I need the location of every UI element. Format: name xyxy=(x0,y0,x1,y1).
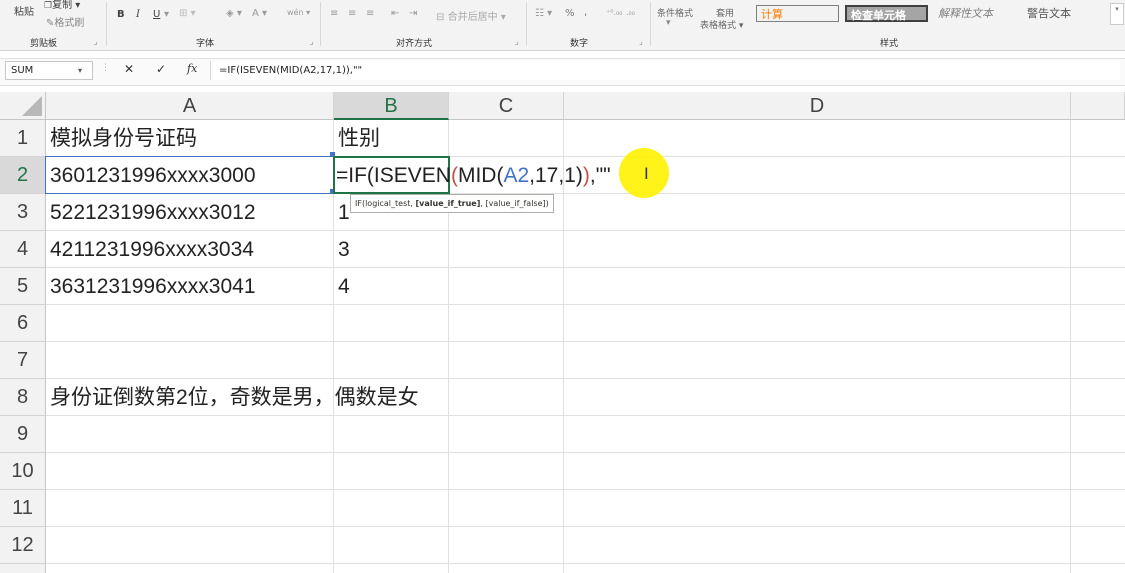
column-header-a[interactable]: A xyxy=(46,92,334,120)
font-launcher-icon[interactable]: ⌟ xyxy=(310,37,314,46)
format-as-table-label: 表格格式 ▾ xyxy=(700,21,744,31)
clipboard-group-label: 剪贴板 xyxy=(30,39,58,49)
enter-icon[interactable]: ✓ xyxy=(156,62,166,76)
ribbon-separator xyxy=(526,2,527,46)
style-warning-text[interactable]: 警告文本 xyxy=(1023,5,1106,22)
style-check-cell[interactable]: 检查单元格 xyxy=(845,5,928,22)
row-header-2[interactable]: 2 xyxy=(0,157,46,194)
alignment-group-label: 对齐方式 xyxy=(396,39,433,49)
align-center-icon[interactable]: ≡ xyxy=(348,8,356,19)
row-header-7[interactable]: 7 xyxy=(0,342,46,379)
text-cursor-icon: I xyxy=(644,164,649,183)
column-header-b[interactable]: B xyxy=(334,92,449,120)
cancel-icon[interactable]: ✕ xyxy=(124,62,134,76)
accounting-format-icon[interactable]: ☷ ▾ xyxy=(535,8,552,19)
row-header-12[interactable]: 12 xyxy=(0,527,46,564)
comma-style-button[interactable]: , xyxy=(584,7,587,18)
name-box-dropdown-icon[interactable]: ▾ xyxy=(78,62,82,79)
bold-button[interactable]: B xyxy=(117,9,125,20)
percent-button[interactable]: % xyxy=(565,8,575,19)
name-box[interactable]: SUM ▾ xyxy=(5,61,93,80)
font-color-button[interactable]: A ▾ xyxy=(252,8,267,19)
clipboard-launcher-icon[interactable]: ⌟ xyxy=(94,37,98,46)
row-header-3[interactable]: 3 xyxy=(0,194,46,231)
ribbon: 粘贴 ❐复制 ▾ ✎格式刷 剪贴板 ⌟ B I U ▾ ⊞ ▾ ◈ ▾ A ▾ … xyxy=(0,0,1125,51)
gridline xyxy=(46,489,1125,490)
align-left-icon[interactable]: ≡ xyxy=(330,8,338,19)
fill-color-icon[interactable]: ◈ ▾ xyxy=(226,8,242,19)
decrease-decimal-icon[interactable]: .₀₀ xyxy=(626,8,635,17)
border-icon[interactable]: ⊞ ▾ xyxy=(179,8,196,19)
row-header-8[interactable]: 8 xyxy=(0,379,46,416)
cell-a5[interactable]: 3631231996xxxx3041 xyxy=(46,268,256,305)
row-header-9[interactable]: 9 xyxy=(0,416,46,453)
row-header-13[interactable] xyxy=(0,564,46,573)
gridline xyxy=(46,526,1125,527)
decrease-indent-icon[interactable]: ⇤ xyxy=(391,8,399,19)
row-header-4[interactable]: 4 xyxy=(0,231,46,268)
increase-decimal-icon[interactable]: ⁺⁰.₀₀ xyxy=(606,8,622,17)
reference-highlight-a2 xyxy=(45,156,334,194)
select-all-triangle-icon xyxy=(22,96,42,116)
paste-button[interactable]: 粘贴 xyxy=(14,3,34,18)
function-tooltip: IF(logical_test, [value_if_true], [value… xyxy=(350,194,554,213)
style-calc[interactable]: 计算 xyxy=(756,5,839,22)
cell-a4[interactable]: 4211231996xxxx3034 xyxy=(46,231,254,268)
format-painter-button[interactable]: ✎格式刷 xyxy=(46,14,84,29)
underline-button[interactable]: U xyxy=(153,9,160,20)
conditional-format-button[interactable]: 条件格式 xyxy=(657,6,693,19)
formula-input[interactable]: =IF(ISEVEN(MID(A2,17,1)),"" xyxy=(210,61,1120,80)
cell-a1[interactable]: 模拟身份号证码 xyxy=(46,120,197,157)
conditional-format-dropdown-icon[interactable]: ▾ xyxy=(666,18,671,28)
alignment-launcher-icon[interactable]: ⌟ xyxy=(515,37,519,46)
gridline xyxy=(46,341,1125,342)
row-header-1[interactable]: 1 xyxy=(0,120,46,157)
gridline xyxy=(46,563,1125,564)
merge-center-button[interactable]: ⊟ 合并后居中 ▾ xyxy=(436,8,506,23)
styles-group-label: 样式 xyxy=(880,39,899,49)
row-header-11[interactable]: 11 xyxy=(0,490,46,527)
column-header-d[interactable]: D xyxy=(564,92,1071,120)
insert-function-icon[interactable]: fx xyxy=(187,62,197,75)
cell-b2-editor[interactable]: =IF(ISEVEN(MID(A2,17,1)),"" xyxy=(333,157,611,194)
copy-icon: ❐ xyxy=(44,1,53,11)
number-group-label: 数字 xyxy=(570,39,589,49)
merge-icon: ⊟ xyxy=(436,12,445,23)
row-header-5[interactable]: 5 xyxy=(0,268,46,305)
ribbon-separator xyxy=(106,2,107,46)
cell-b3[interactable]: 1 xyxy=(334,194,350,231)
row-header-10[interactable]: 10 xyxy=(0,453,46,490)
cell-b5[interactable]: 4 xyxy=(334,268,350,305)
cell-b1[interactable]: 性别 xyxy=(334,120,380,157)
cell-a3[interactable]: 5221231996xxxx3012 xyxy=(46,194,256,231)
ribbon-separator xyxy=(650,2,651,46)
formula-bar-grip-icon[interactable]: ⋮ xyxy=(101,63,110,73)
row-header-6[interactable]: 6 xyxy=(0,305,46,342)
column-header-c[interactable]: C xyxy=(449,92,564,120)
copy-button[interactable]: ❐复制 ▾ xyxy=(44,0,80,11)
style-explanatory-text[interactable]: 解释性文本 xyxy=(934,5,1017,22)
increase-indent-icon[interactable]: ⇥ xyxy=(409,8,417,19)
select-all-button[interactable] xyxy=(0,92,46,120)
italic-button[interactable]: I xyxy=(136,9,140,20)
font-group-label: 字体 xyxy=(196,39,215,49)
ribbon-separator xyxy=(320,2,321,46)
cell-a8[interactable]: 身份证倒数第2位，奇数是男，偶数是女 xyxy=(46,379,419,416)
column-header-e[interactable] xyxy=(1071,92,1125,120)
number-launcher-icon[interactable]: ⌟ xyxy=(639,37,643,46)
align-right-icon[interactable]: ≡ xyxy=(366,8,374,19)
gridline xyxy=(1070,120,1071,573)
styles-scroll-icon[interactable]: ▾ xyxy=(1110,3,1124,25)
gridline xyxy=(46,452,1125,453)
underline-dropdown-icon[interactable]: ▾ xyxy=(164,9,169,20)
cell-b4[interactable]: 3 xyxy=(334,231,350,268)
phonetic-button[interactable]: wén ▾ xyxy=(287,8,310,17)
